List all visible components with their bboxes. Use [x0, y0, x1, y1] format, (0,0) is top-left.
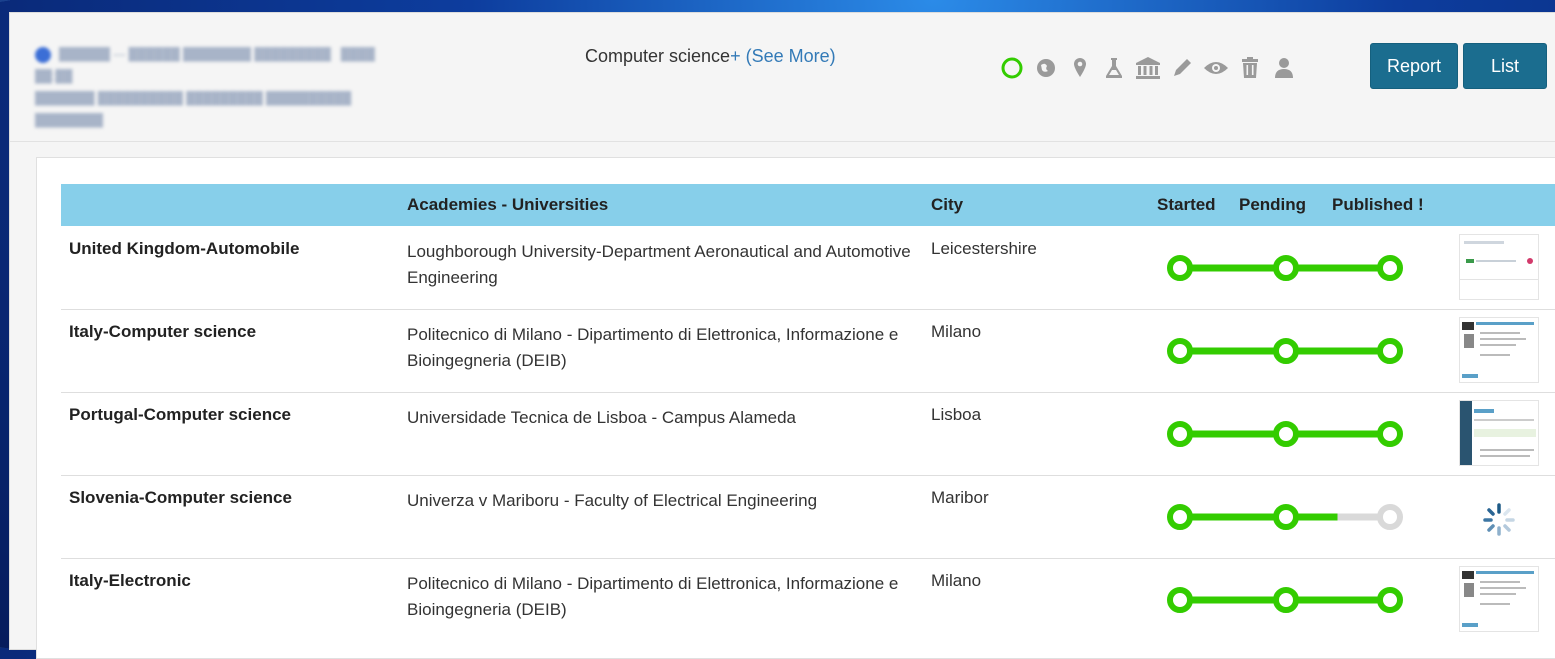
subject-label: Computer science+ (See More) [585, 46, 836, 67]
pencil-icon[interactable] [1165, 51, 1199, 85]
row-university: Universidade Tecnica de Lisboa - Campus … [407, 408, 797, 427]
user-icon[interactable] [1267, 51, 1301, 85]
progress-node-started [1167, 255, 1193, 281]
row-city: Milano [931, 571, 982, 590]
progress-node-pending [1273, 255, 1299, 281]
progress-tracker [1166, 414, 1406, 459]
column-pending: Pending [1239, 195, 1307, 214]
trash-icon[interactable] [1233, 51, 1267, 85]
project-status-dot [35, 46, 51, 63]
circle-outline-icon[interactable] [995, 51, 1029, 85]
progress-node-pending [1273, 338, 1299, 364]
flask-icon[interactable] [1097, 51, 1131, 85]
column-academies: Academies - Universities [407, 195, 609, 214]
redacted-project-info: ██████ — ██████ ████████ █████████ ████ … [35, 46, 375, 127]
page-thumbnail[interactable] [1459, 400, 1539, 466]
progress-node-pending [1273, 587, 1299, 613]
page-thumbnail[interactable] [1459, 234, 1539, 300]
progress-tracker [1166, 497, 1406, 542]
progress-node-published [1377, 338, 1403, 364]
table-header: Academies - Universities City Started Pe… [61, 184, 1555, 226]
row-country: United Kingdom-Automobile [69, 239, 300, 258]
row-university: Loughborough University-Department Aeron… [407, 242, 911, 287]
table-row[interactable]: Portugal-Computer science Universidade T… [61, 392, 1555, 476]
table-row[interactable]: Italy-Computer science Politecnico di Mi… [61, 309, 1555, 393]
progress-node-published [1377, 587, 1403, 613]
row-city: Lisboa [931, 405, 982, 424]
row-university: Univerza v Mariboru - Faculty of Electri… [407, 491, 818, 510]
row-city: Leicestershire [931, 239, 1037, 258]
progress-node-started [1167, 338, 1193, 364]
progress-node-published [1377, 255, 1403, 281]
action-icons [995, 51, 1301, 85]
progress-node-published [1377, 504, 1403, 530]
progress-tracker [1166, 580, 1406, 625]
progress-tracker [1166, 248, 1406, 293]
table-row[interactable]: United Kingdom-Automobile Loughborough U… [61, 226, 1555, 310]
table-row[interactable]: Italy-Electronic Politecnico di Milano -… [61, 558, 1555, 641]
project-header: ██████ — ██████ ████████ █████████ ████ … [10, 13, 1555, 142]
globe-icon[interactable] [1029, 51, 1063, 85]
progress-node-started [1167, 587, 1193, 613]
map-pin-icon[interactable] [1063, 51, 1097, 85]
progress-node-started [1167, 504, 1193, 530]
list-button[interactable]: List [1463, 43, 1547, 89]
progress-node-pending [1273, 421, 1299, 447]
row-country: Slovenia-Computer science [69, 488, 292, 507]
project-panel: ██████ — ██████ ████████ █████████ ████ … [9, 12, 1555, 659]
row-university: Politecnico di Milano - Dipartimento di … [407, 574, 899, 619]
row-city: Maribor [931, 488, 989, 507]
universities-card: Academies - Universities City Started Pe… [36, 157, 1555, 659]
progress-node-started [1167, 421, 1193, 447]
page-thumbnail[interactable] [1459, 566, 1539, 632]
row-country: Portugal-Computer science [69, 405, 291, 424]
table-row[interactable]: Slovenia-Computer science Univerza v Mar… [61, 475, 1555, 559]
column-started: Started [1157, 195, 1216, 214]
progress-node-pending [1273, 504, 1299, 530]
column-published: Published ! [1332, 195, 1424, 214]
loading-spinner-icon [1459, 483, 1539, 549]
see-more-link[interactable]: (See More) [746, 46, 836, 66]
subject-text: Computer science [585, 46, 731, 66]
eye-icon[interactable] [1199, 51, 1233, 85]
page-thumbnail[interactable] [1459, 317, 1539, 383]
report-button[interactable]: Report [1370, 43, 1458, 89]
subject-plus: + [730, 46, 741, 66]
row-country: Italy-Electronic [69, 571, 191, 590]
progress-tracker [1166, 331, 1406, 376]
institution-icon[interactable] [1131, 51, 1165, 85]
column-city: City [931, 195, 964, 214]
row-city: Milano [931, 322, 982, 341]
progress-node-published [1377, 421, 1403, 447]
row-country: Italy-Computer science [69, 322, 257, 341]
row-university: Politecnico di Milano - Dipartimento di … [407, 325, 899, 370]
